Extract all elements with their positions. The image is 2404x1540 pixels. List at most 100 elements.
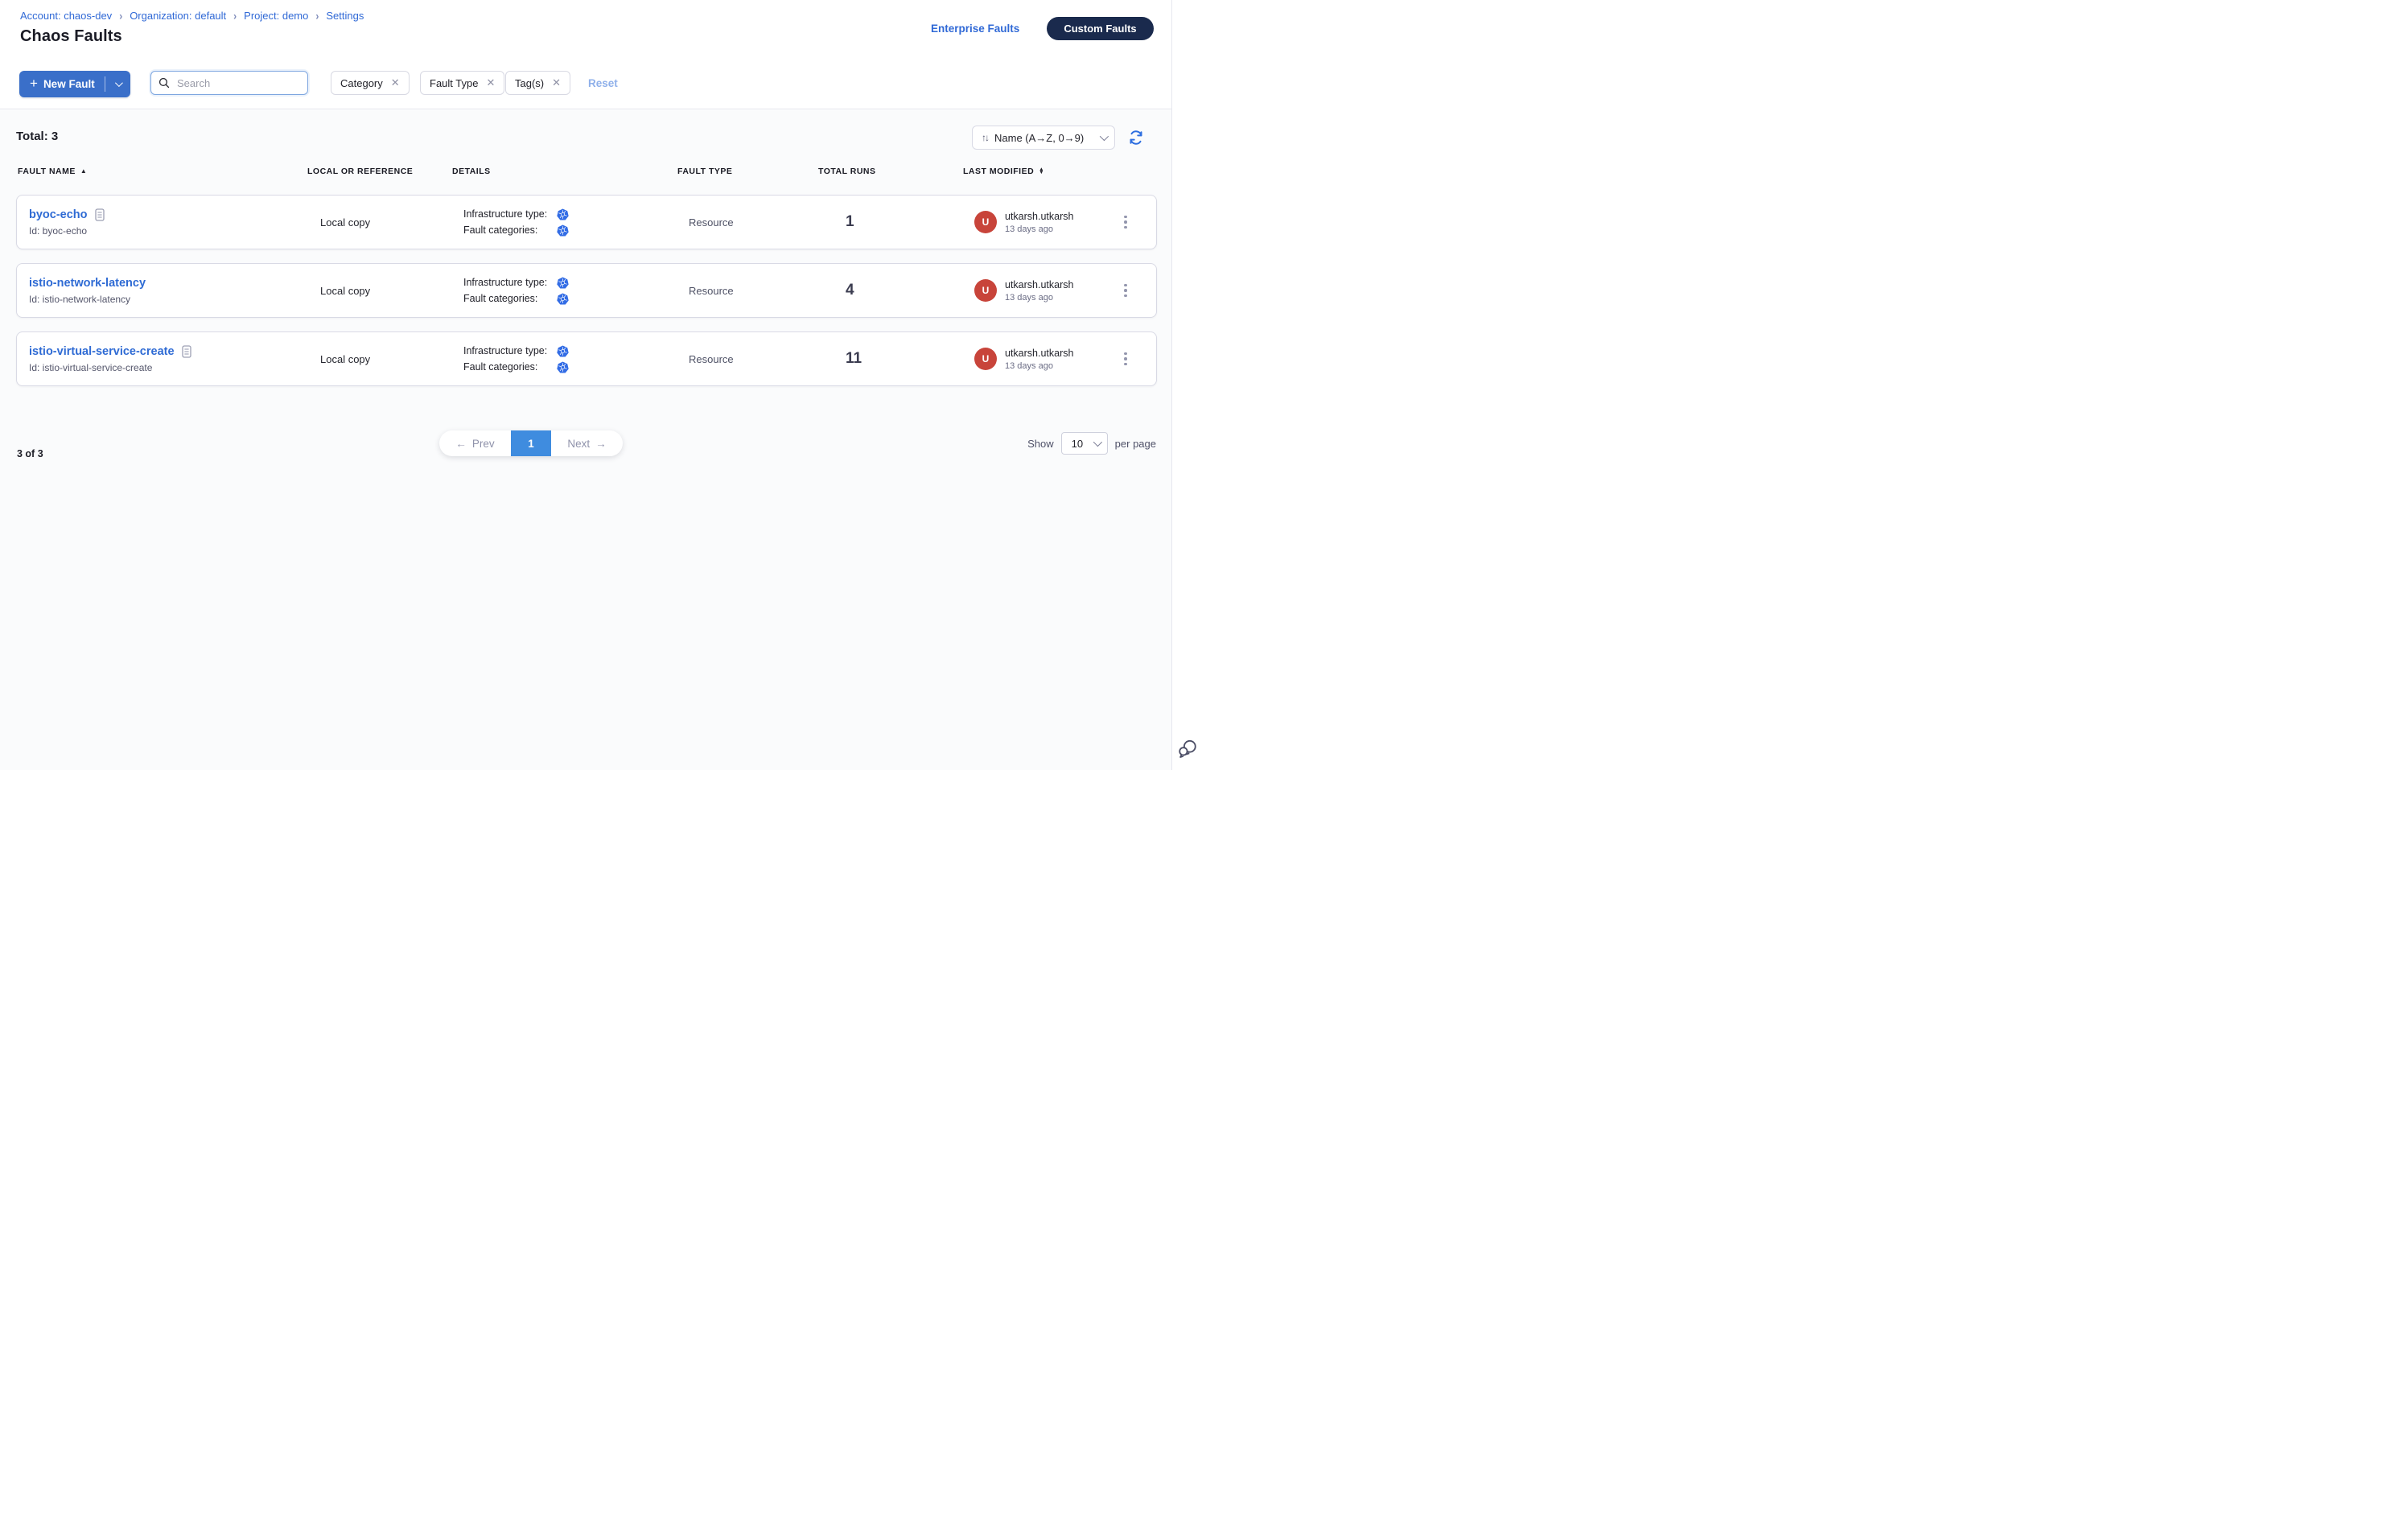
custom-faults-button[interactable]: Custom Faults	[1047, 17, 1154, 40]
sort-ascending-icon: ▲	[80, 168, 87, 175]
sort-dropdown[interactable]: ↑↓ Name (A→Z, 0→9)	[972, 126, 1115, 150]
fault-categories-label: Fault categories:	[463, 293, 557, 304]
enterprise-faults-link[interactable]: Enterprise Faults	[931, 23, 1019, 35]
fault-table: byoc-echo Id: byoc-echo Local copy Infra…	[16, 195, 1157, 400]
avatar: U	[974, 348, 997, 370]
column-header-last-modified[interactable]: LAST MODIFIED ▲▼	[963, 167, 1092, 176]
table-row: istio-network-latency Id: istio-network-…	[16, 263, 1157, 318]
right-help-rail	[1171, 0, 1202, 770]
fault-name-link[interactable]: istio-network-latency	[29, 277, 146, 290]
column-header-fault-name[interactable]: FAULT NAME ▲	[18, 167, 307, 176]
local-or-reference-value: Local copy	[319, 353, 463, 365]
page-size-control: Show 10 per page	[1027, 430, 1156, 456]
next-label: Next	[567, 438, 590, 450]
reset-filters-button[interactable]: Reset	[588, 71, 618, 95]
kubernetes-icon	[557, 277, 689, 289]
fault-name-header-label: FAULT NAME	[18, 167, 76, 176]
modified-date: 13 days ago	[1005, 361, 1073, 371]
fault-name-link[interactable]: byoc-echo	[29, 208, 88, 221]
fault-id: Id: istio-virtual-service-create	[29, 362, 319, 373]
total-runs-value: 11	[829, 350, 974, 368]
column-header-local-or-reference: LOCAL OR REFERENCE	[307, 167, 452, 176]
filter-chip-fault-type[interactable]: Fault Type ✕	[420, 71, 504, 95]
filter-chip-category[interactable]: Category ✕	[331, 71, 410, 95]
copy-icon[interactable]	[182, 345, 191, 358]
kebab-menu-icon[interactable]	[1119, 279, 1132, 303]
content-area: Total: 3 ↑↓ Name (A→Z, 0→9) FAULT NAME ▲…	[0, 110, 1171, 770]
breadcrumb-project-link[interactable]: Project: demo	[244, 10, 308, 22]
prev-page-button[interactable]: ← Prev	[439, 430, 511, 456]
avatar: U	[974, 279, 997, 302]
search-input[interactable]	[177, 77, 319, 89]
chevron-down-icon	[1100, 132, 1109, 141]
infrastructure-type-label: Infrastructure type:	[463, 345, 557, 356]
fault-categories-label: Fault categories:	[463, 361, 557, 373]
new-fault-label: New Fault	[43, 78, 95, 90]
next-page-button[interactable]: Next →	[551, 430, 623, 456]
breadcrumb-separator: ›	[315, 9, 319, 22]
page-size-select[interactable]: 10	[1061, 432, 1108, 455]
fault-type-value: Resource	[689, 216, 829, 229]
copy-icon[interactable]	[95, 208, 105, 221]
page-1-button[interactable]: 1	[511, 430, 551, 456]
per-page-label: per page	[1115, 438, 1156, 450]
local-or-reference-value: Local copy	[319, 285, 463, 297]
avatar: U	[974, 211, 997, 233]
chaos-faults-page: Account: chaos-dev › Organization: defaul…	[0, 0, 1202, 770]
prev-label: Prev	[472, 438, 495, 450]
search-box[interactable]	[150, 71, 308, 95]
page-header: Account: chaos-dev › Organization: defaul…	[0, 0, 1171, 109]
chevron-down-icon	[115, 79, 123, 87]
total-runs-header-label: TOTAL RUNS	[818, 167, 876, 176]
kubernetes-icon	[557, 293, 689, 305]
fault-name-link[interactable]: istio-virtual-service-create	[29, 345, 175, 358]
sort-both-icon: ▲▼	[1039, 168, 1044, 175]
breadcrumb-settings-link[interactable]: Settings	[326, 10, 364, 22]
chat-help-icon[interactable]	[1177, 739, 1198, 760]
close-icon[interactable]: ✕	[391, 76, 400, 89]
table-row: byoc-echo Id: byoc-echo Local copy Infra…	[16, 195, 1157, 249]
kubernetes-icon	[557, 224, 689, 237]
filter-chip-tags[interactable]: Tag(s) ✕	[505, 71, 570, 95]
kebab-menu-icon[interactable]	[1119, 211, 1132, 234]
breadcrumb-account-link[interactable]: Account: chaos-dev	[20, 10, 112, 22]
fault-type-value: Resource	[689, 353, 829, 365]
fault-id: Id: byoc-echo	[29, 225, 319, 237]
refresh-icon[interactable]	[1128, 130, 1144, 146]
chevron-down-icon	[1093, 438, 1101, 447]
plus-icon: +	[30, 76, 38, 92]
arrow-left-icon: ←	[455, 438, 467, 450]
modified-by-user: utkarsh.utkarsh	[1005, 279, 1073, 290]
table-header-row: FAULT NAME ▲ LOCAL OR REFERENCE DETAILS …	[16, 167, 1157, 176]
total-count: Total: 3	[16, 130, 58, 143]
sort-dropdown-value: Name (A→Z, 0→9)	[994, 132, 1093, 144]
column-header-total-runs: TOTAL RUNS	[818, 167, 963, 176]
close-icon[interactable]: ✕	[552, 76, 561, 89]
new-fault-dropdown-button[interactable]	[105, 71, 130, 97]
local-or-reference-value: Local copy	[319, 216, 463, 229]
fault-type-header-label: FAULT TYPE	[677, 167, 732, 176]
infrastructure-type-label: Infrastructure type:	[463, 208, 557, 220]
modified-date: 13 days ago	[1005, 224, 1073, 234]
kubernetes-icon	[557, 345, 689, 357]
page-title: Chaos Faults	[20, 27, 122, 46]
kubernetes-icon	[557, 361, 689, 373]
breadcrumb-separator: ›	[119, 9, 122, 22]
close-icon[interactable]: ✕	[486, 76, 495, 89]
page-size-value: 10	[1072, 438, 1083, 450]
modified-date: 13 days ago	[1005, 293, 1073, 303]
kubernetes-icon	[557, 208, 689, 220]
breadcrumb-organization-link[interactable]: Organization: default	[130, 10, 226, 22]
breadcrumb: Account: chaos-dev › Organization: defaul…	[20, 10, 364, 22]
column-header-fault-type: FAULT TYPE	[677, 167, 818, 176]
pagination: ← Prev 1 Next →	[439, 430, 623, 456]
search-icon	[158, 77, 170, 89]
breadcrumb-separator: ›	[233, 9, 237, 22]
pagination-range: 3 of 3	[17, 448, 43, 459]
modified-by-user: utkarsh.utkarsh	[1005, 348, 1073, 359]
new-fault-button[interactable]: + New Fault	[19, 71, 130, 97]
total-runs-value: 1	[829, 213, 974, 231]
details-header-label: DETAILS	[452, 167, 491, 176]
kebab-menu-icon[interactable]	[1119, 348, 1132, 371]
modified-by-user: utkarsh.utkarsh	[1005, 211, 1073, 222]
